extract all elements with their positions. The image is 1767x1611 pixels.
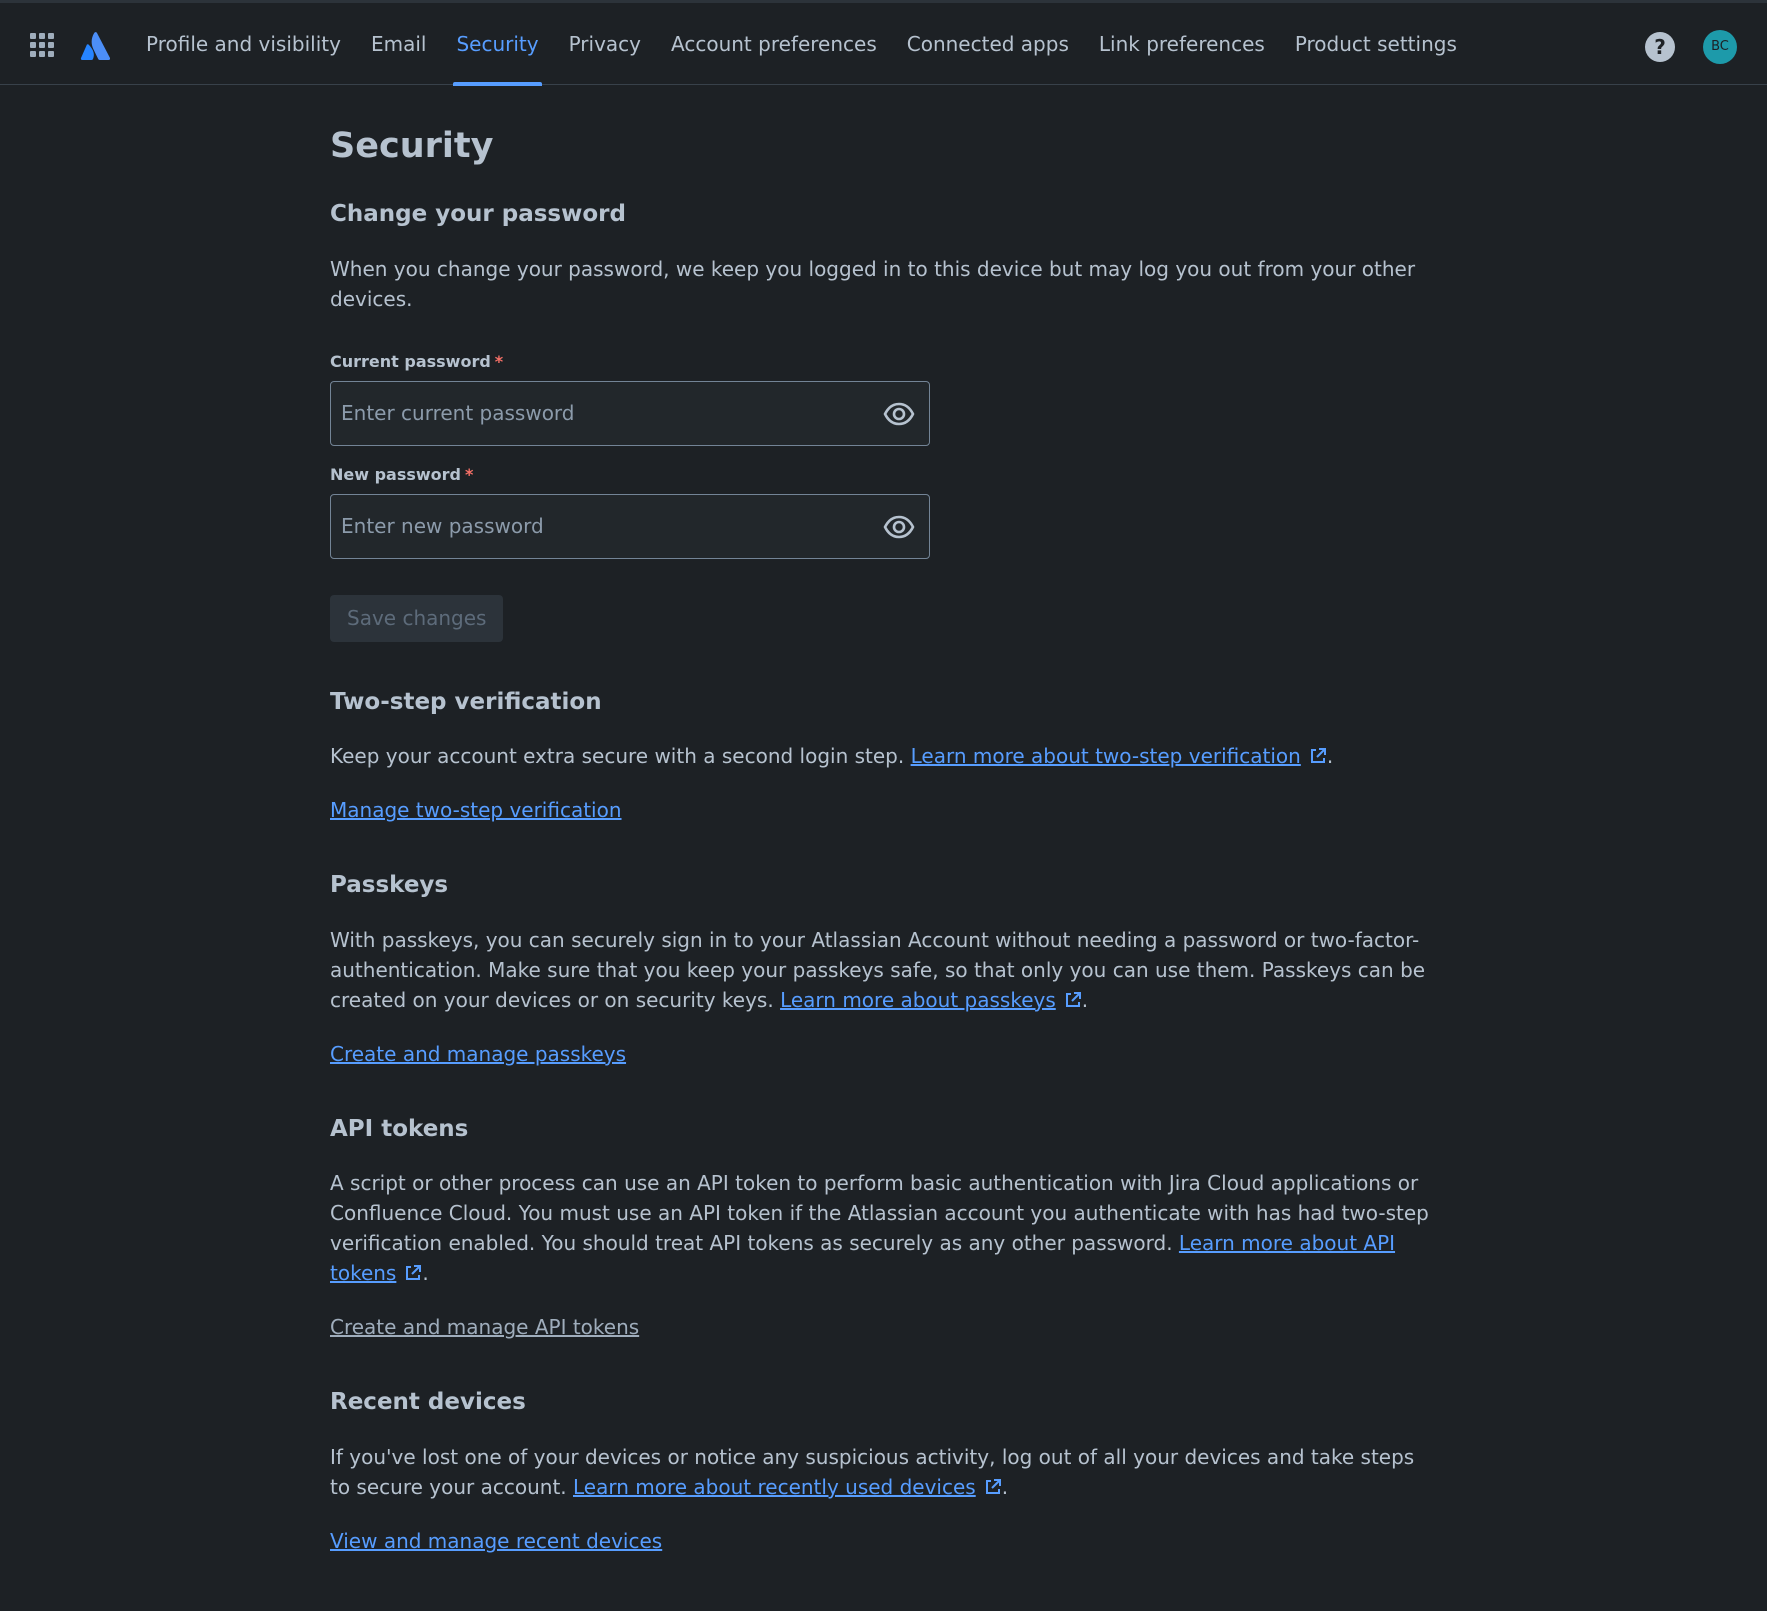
- change-password-section: Change your password When you change you…: [330, 201, 1440, 642]
- manage-two-step-link[interactable]: Manage two-step verification: [330, 798, 622, 822]
- tab-product-settings[interactable]: Product settings: [1280, 3, 1472, 85]
- passkeys-learn-more-link[interactable]: Learn more about passkeys: [780, 988, 1056, 1012]
- api-tokens-section: API tokens A script or other process can…: [330, 1116, 1440, 1343]
- current-password-input[interactable]: [331, 381, 851, 445]
- recent-devices-heading: Recent devices: [330, 1389, 526, 1416]
- external-link-icon: [406, 1265, 422, 1281]
- passkeys-description: With passkeys, you can securely sign in …: [330, 927, 1426, 1012]
- two-step-section: Two-step verification Keep your account …: [330, 689, 1440, 826]
- change-password-heading: Change your password: [330, 201, 626, 227]
- passkeys-section: Passkeys With passkeys, you can securely…: [330, 872, 1440, 1069]
- recent-devices-section: Recent devices If you've lost one of you…: [330, 1389, 1440, 1556]
- tab-link-preferences[interactable]: Link preferences: [1084, 3, 1280, 85]
- two-step-heading: Two-step verification: [330, 688, 602, 715]
- tab-privacy[interactable]: Privacy: [554, 3, 656, 85]
- two-step-description: Keep your account extra secure with a se…: [330, 744, 1334, 769]
- new-password-input[interactable]: [331, 494, 851, 558]
- current-password-label: Current password *: [330, 351, 504, 371]
- external-link-icon: [1310, 748, 1326, 764]
- view-manage-recent-devices-link[interactable]: View and manage recent devices: [330, 1529, 662, 1553]
- external-link-icon: [1065, 991, 1081, 1007]
- recent-devices-learn-more-link[interactable]: Learn more about recently used devices: [573, 1475, 976, 1499]
- page-title: Security: [330, 126, 494, 166]
- show-password-eye-icon[interactable]: [883, 513, 915, 541]
- main-content: Security Change your password When you c…: [330, 85, 1440, 1556]
- two-step-learn-more-link[interactable]: Learn more about two-step verification: [911, 744, 1301, 768]
- help-icon[interactable]: ?: [1645, 32, 1675, 62]
- tab-security[interactable]: Security: [441, 3, 553, 86]
- api-tokens-description: A script or other process can use an API…: [330, 1171, 1429, 1286]
- create-manage-api-tokens-link[interactable]: Create and manage API tokens: [330, 1315, 639, 1339]
- external-link-icon: [985, 1478, 1001, 1494]
- required-mark: *: [465, 464, 474, 484]
- tab-profile-and-visibility[interactable]: Profile and visibility: [131, 3, 356, 85]
- tab-connected-apps[interactable]: Connected apps: [892, 3, 1084, 85]
- create-manage-passkeys-link[interactable]: Create and manage passkeys: [330, 1042, 626, 1066]
- top-navigation-bar: Profile and visibility Email Security Pr…: [0, 0, 1767, 86]
- new-password-label: New password *: [330, 464, 474, 484]
- required-mark: *: [494, 351, 504, 371]
- atlassian-logo-icon[interactable]: [80, 32, 110, 60]
- save-changes-button[interactable]: Save changes: [330, 594, 504, 642]
- avatar[interactable]: BC: [1703, 30, 1737, 64]
- main-nav: Profile and visibility Email Security Pr…: [131, 3, 1472, 86]
- new-password-field: [330, 493, 930, 559]
- show-password-eye-icon[interactable]: [883, 400, 915, 428]
- recent-devices-description: If you've lost one of your devices or no…: [330, 1444, 1415, 1499]
- change-password-description: When you change your password, we keep y…: [330, 256, 1416, 311]
- tab-email[interactable]: Email: [356, 3, 442, 85]
- current-password-group: Current password *: [330, 352, 1440, 446]
- new-password-group: New password *: [330, 465, 1440, 559]
- api-tokens-heading: API tokens: [330, 1115, 469, 1142]
- app-switcher-icon[interactable]: [30, 33, 56, 59]
- current-password-field: [330, 380, 930, 446]
- passkeys-heading: Passkeys: [330, 872, 449, 899]
- tab-account-preferences[interactable]: Account preferences: [656, 3, 892, 85]
